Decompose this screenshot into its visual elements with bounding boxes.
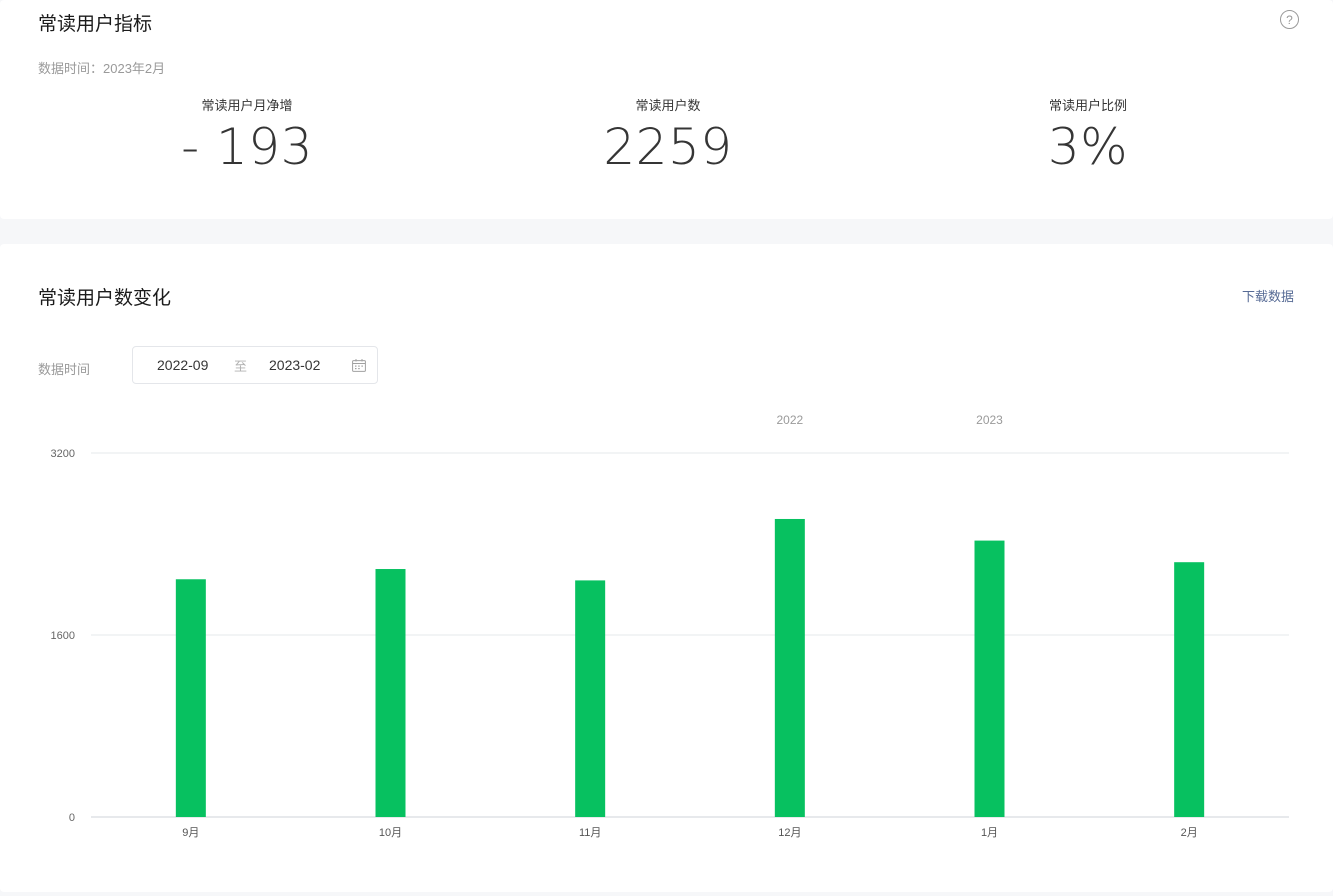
download-data-link[interactable]: 下载数据 — [1242, 286, 1294, 305]
metric-user-ratio: 常读用户比例 3% — [938, 95, 1238, 176]
date-range-start[interactable]: 2022-09 — [157, 357, 208, 373]
trend-card — [0, 244, 1333, 892]
metrics-card: 常读用户指标 ? 数据时间：2023年2月 常读用户月净增 - 193 常读用户… — [0, 0, 1333, 219]
filter-label: 数据时间 — [38, 362, 91, 377]
metrics-data-time: 数据时间：2023年2月 — [38, 61, 166, 76]
metric-value: - 193 — [181, 118, 313, 176]
metrics-card-title: 常读用户指标 — [38, 14, 153, 35]
trend-card-title: 常读用户数变化 — [38, 288, 172, 309]
calendar-icon[interactable] — [352, 359, 366, 372]
date-range-picker[interactable]: 2022-09 至 2023-02 — [132, 346, 378, 384]
metric-net-growth: 常读用户月净增 - 193 — [97, 95, 397, 176]
metric-value: 2259 — [603, 118, 733, 176]
metric-user-count: 常读用户数 2259 — [518, 95, 818, 176]
metric-value: 3% — [1047, 118, 1129, 176]
metric-label: 常读用户比例 — [1048, 98, 1127, 113]
date-range-separator: 至 — [234, 358, 248, 374]
question-circle-icon[interactable]: ? — [1280, 10, 1299, 29]
metric-label: 常读用户数 — [635, 98, 701, 113]
date-range-end[interactable]: 2023-02 — [269, 357, 320, 373]
metric-label: 常读用户月净增 — [201, 98, 293, 113]
